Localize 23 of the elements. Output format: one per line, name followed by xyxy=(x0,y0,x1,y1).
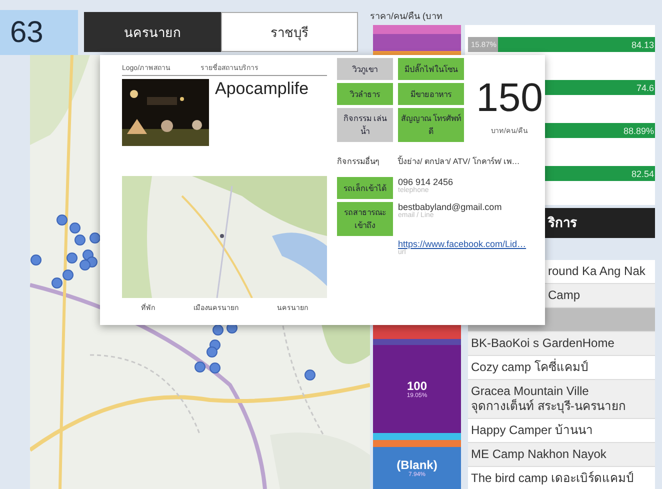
feature-tag: มีขายอาหาร xyxy=(398,83,464,105)
activities-value: ปิ้งย่าง/ ตกปลา/ ATV/ โกคาร์ท/ เพ… xyxy=(398,154,521,168)
bar-value-label: 84.13 xyxy=(631,40,655,50)
table-row[interactable]: BK-BaoKoi s GardenHome xyxy=(468,332,655,356)
segment-label: (Blank) xyxy=(396,458,438,472)
segment-label: 100 xyxy=(406,379,428,393)
contact-value: 096 914 2456 xyxy=(398,177,454,187)
bar-value-label: 74.6 xyxy=(636,82,655,92)
website-link[interactable]: https://www.facebook.com/Lid… xyxy=(398,239,550,249)
table-row[interactable]: ME Camp Nakhon Nayok xyxy=(468,443,655,467)
table-row[interactable]: Happy Camper บ้านนา xyxy=(468,419,655,443)
chart-title: ราคา/คน/คืน (บาท xyxy=(370,10,444,23)
count-value: 63 xyxy=(9,15,44,50)
region-tab[interactable]: นครนายก xyxy=(84,12,221,52)
feature-tag: สัญญาณ โทรศัพท์ดี xyxy=(398,108,464,142)
bar-value-label: 88.89% xyxy=(623,126,655,136)
region-tab[interactable]: ราชบุรี xyxy=(221,12,358,52)
table-row[interactable]: Gracea Mountain Ville จุดกางเต็นท์ สระบุรี-นครนายก xyxy=(468,380,655,419)
bar-value-label: 82.54 xyxy=(631,168,655,178)
feature-tag: มีปลั๊กไฟในโซน xyxy=(398,58,464,80)
price-value: 150 xyxy=(476,76,543,121)
table-row[interactable]: Cozy camp โคซี่แคมป์ xyxy=(468,356,655,380)
table-row[interactable]: The bird camp เดอะเบิร์ดแคมป์ xyxy=(468,467,655,489)
